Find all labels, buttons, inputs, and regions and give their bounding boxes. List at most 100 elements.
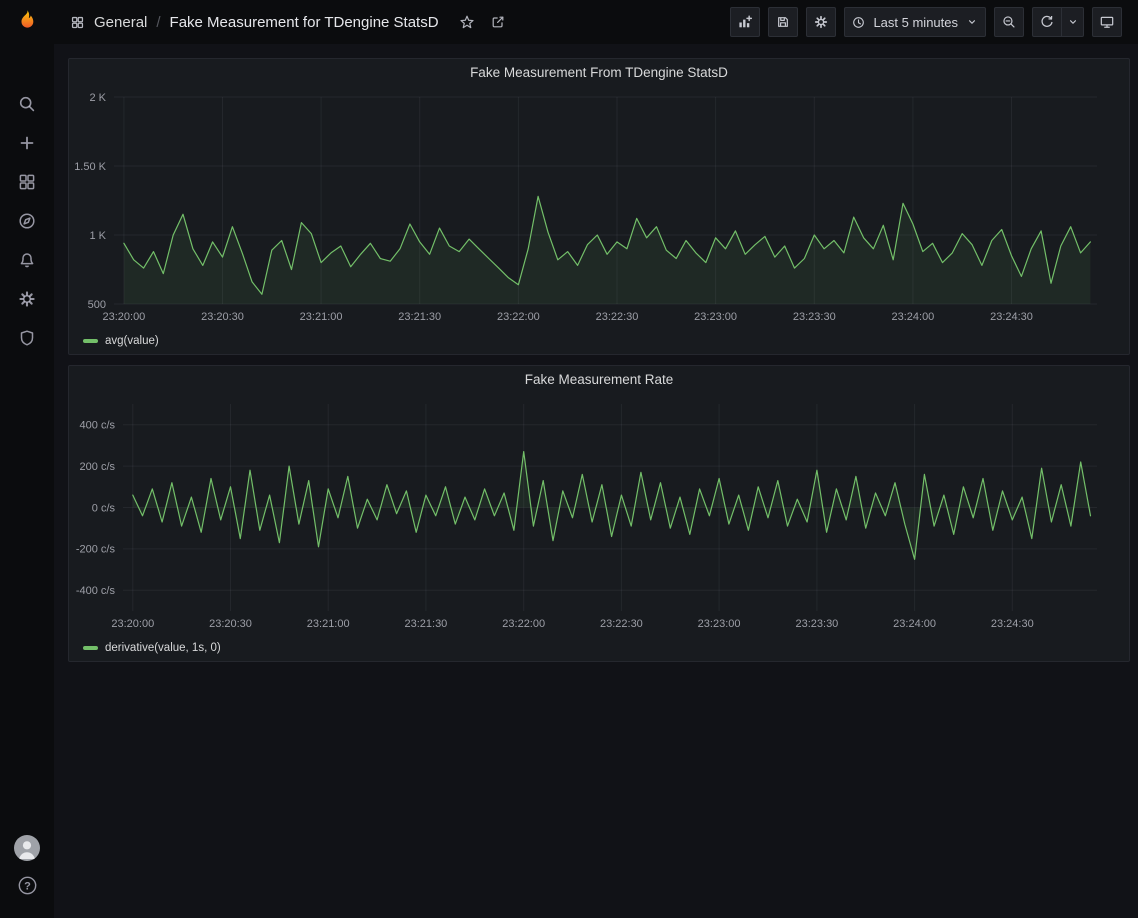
svg-text:23:23:00: 23:23:00 xyxy=(694,311,737,323)
dashboard-grid: Fake Measurement From TDengine StatsD 2 … xyxy=(54,44,1138,918)
cycle-view-mode-button[interactable] xyxy=(1092,7,1122,37)
help-icon: ? xyxy=(17,875,38,896)
legend-series-swatch xyxy=(83,339,98,343)
sidebar-item-dashboards[interactable] xyxy=(0,162,54,201)
chevron-down-icon xyxy=(1066,15,1080,29)
legend-series-label[interactable]: avg(value) xyxy=(105,335,159,347)
sidebar-item-profile[interactable] xyxy=(0,835,54,861)
svg-text:400 c/s: 400 c/s xyxy=(80,420,116,432)
zoom-out-icon xyxy=(1001,14,1017,30)
panel-fake-measurement-rate: Fake Measurement Rate 400 c/s 200 c/s 0 c/… xyxy=(68,365,1130,662)
sidebar-nav xyxy=(0,84,54,357)
panel-legend: derivative(value, 1s, 0) xyxy=(69,637,1129,661)
refresh-interval-button[interactable] xyxy=(1062,7,1084,37)
svg-text:0 c/s: 0 c/s xyxy=(92,502,116,514)
sidebar-item-configuration[interactable] xyxy=(0,279,54,318)
sidebar-item-alerting[interactable] xyxy=(0,240,54,279)
svg-text:23:23:30: 23:23:30 xyxy=(793,311,836,323)
svg-text:-200 c/s: -200 c/s xyxy=(76,544,116,556)
gear-icon xyxy=(813,14,829,30)
grafana-flame-icon xyxy=(13,8,41,36)
time-picker-button[interactable]: Last 5 minutes xyxy=(844,7,986,37)
search-icon xyxy=(17,94,37,114)
chevron-down-icon xyxy=(965,15,979,29)
svg-text:23:24:00: 23:24:00 xyxy=(891,311,934,323)
svg-text:23:21:00: 23:21:00 xyxy=(307,618,350,630)
svg-text:1.50 K: 1.50 K xyxy=(74,161,106,173)
svg-text:23:20:00: 23:20:00 xyxy=(111,618,154,630)
svg-text:23:24:30: 23:24:30 xyxy=(991,618,1034,630)
svg-text:2 K: 2 K xyxy=(89,92,106,104)
svg-text:23:21:00: 23:21:00 xyxy=(300,311,343,323)
avatar-icon xyxy=(14,835,40,861)
panel-header: Fake Measurement From TDengine StatsD xyxy=(69,59,1129,85)
sidebar-item-explore[interactable] xyxy=(0,201,54,240)
plus-icon xyxy=(17,133,37,153)
star-dashboard-button[interactable] xyxy=(456,11,478,33)
topbar: General / Fake Measurement for TDengine … xyxy=(54,0,1138,44)
panel-add-icon xyxy=(737,14,753,30)
svg-text:23:24:30: 23:24:30 xyxy=(990,311,1033,323)
sidebar-item-search[interactable] xyxy=(0,84,54,123)
dashboard-toolbar: Last 5 minutes xyxy=(730,7,1122,37)
content-area: General / Fake Measurement for TDengine … xyxy=(54,0,1138,918)
svg-text:23:22:00: 23:22:00 xyxy=(497,311,540,323)
monitor-icon xyxy=(1099,14,1115,30)
legend-series-label[interactable]: derivative(value, 1s, 0) xyxy=(105,642,221,654)
breadcrumb-separator: / xyxy=(156,14,160,31)
apps-icon xyxy=(17,172,37,192)
time-range-label: Last 5 minutes xyxy=(873,15,958,30)
grafana-app: ? General / Fake Measurement for TDengin… xyxy=(0,0,1138,918)
refresh-button[interactable] xyxy=(1032,7,1062,37)
svg-text:23:23:00: 23:23:00 xyxy=(698,618,741,630)
add-panel-button[interactable] xyxy=(730,7,760,37)
breadcrumb: General / Fake Measurement for TDengine … xyxy=(70,11,509,33)
refresh-icon xyxy=(1039,14,1055,30)
bell-icon xyxy=(17,250,37,270)
svg-text:23:21:30: 23:21:30 xyxy=(404,618,447,630)
grafana-logo[interactable] xyxy=(0,0,54,44)
sidebar-bottom: ? xyxy=(0,835,54,918)
svg-text:-400 c/s: -400 c/s xyxy=(76,585,116,597)
clock-icon xyxy=(851,15,866,30)
panel-fake-measurement: Fake Measurement From TDengine StatsD 2 … xyxy=(68,58,1130,355)
legend-series-swatch xyxy=(83,646,98,650)
refresh-button-group xyxy=(1032,7,1084,37)
svg-text:23:20:30: 23:20:30 xyxy=(201,311,244,323)
panel-title[interactable]: Fake Measurement From TDengine StatsD xyxy=(470,65,728,80)
panel-legend: avg(value) xyxy=(69,330,1129,354)
save-icon xyxy=(775,14,791,30)
shield-icon xyxy=(17,328,37,348)
svg-text:?: ? xyxy=(24,880,31,892)
breadcrumb-section[interactable]: General xyxy=(94,14,147,31)
svg-text:23:20:00: 23:20:00 xyxy=(102,311,145,323)
sidebar-item-create[interactable] xyxy=(0,123,54,162)
zoom-out-button[interactable] xyxy=(994,7,1024,37)
gear-icon xyxy=(17,289,37,309)
panel-title[interactable]: Fake Measurement Rate xyxy=(525,372,674,387)
sidebar-item-help[interactable]: ? xyxy=(0,875,54,896)
svg-text:23:23:30: 23:23:30 xyxy=(795,618,838,630)
page-title: Fake Measurement for TDengine StatsD xyxy=(170,14,439,31)
svg-text:23:22:00: 23:22:00 xyxy=(502,618,545,630)
svg-text:23:21:30: 23:21:30 xyxy=(398,311,441,323)
time-series-chart[interactable]: 400 c/s 200 c/s 0 c/s -200 c/s -400 c/s 23:20… xyxy=(69,392,1129,637)
svg-text:200 c/s: 200 c/s xyxy=(80,461,116,473)
svg-text:23:20:30: 23:20:30 xyxy=(209,618,252,630)
sidebar-item-server-admin[interactable] xyxy=(0,318,54,357)
compass-icon xyxy=(17,211,37,231)
svg-text:23:22:30: 23:22:30 xyxy=(596,311,639,323)
save-dashboard-button[interactable] xyxy=(768,7,798,37)
sidebar: ? xyxy=(0,0,54,918)
star-icon xyxy=(459,14,475,30)
svg-text:500: 500 xyxy=(88,299,106,311)
share-dashboard-button[interactable] xyxy=(487,11,509,33)
dashboard-apps-icon xyxy=(70,15,85,30)
share-icon xyxy=(490,14,506,30)
svg-text:23:24:00: 23:24:00 xyxy=(893,618,936,630)
time-series-chart[interactable]: 2 K 1.50 K 1 K 50023:20:00 23:20:30 23:21:00 2… xyxy=(69,85,1129,330)
dashboard-settings-button[interactable] xyxy=(806,7,836,37)
panel-header: Fake Measurement Rate xyxy=(69,366,1129,392)
svg-text:23:22:30: 23:22:30 xyxy=(600,618,643,630)
svg-text:1 K: 1 K xyxy=(89,230,106,242)
